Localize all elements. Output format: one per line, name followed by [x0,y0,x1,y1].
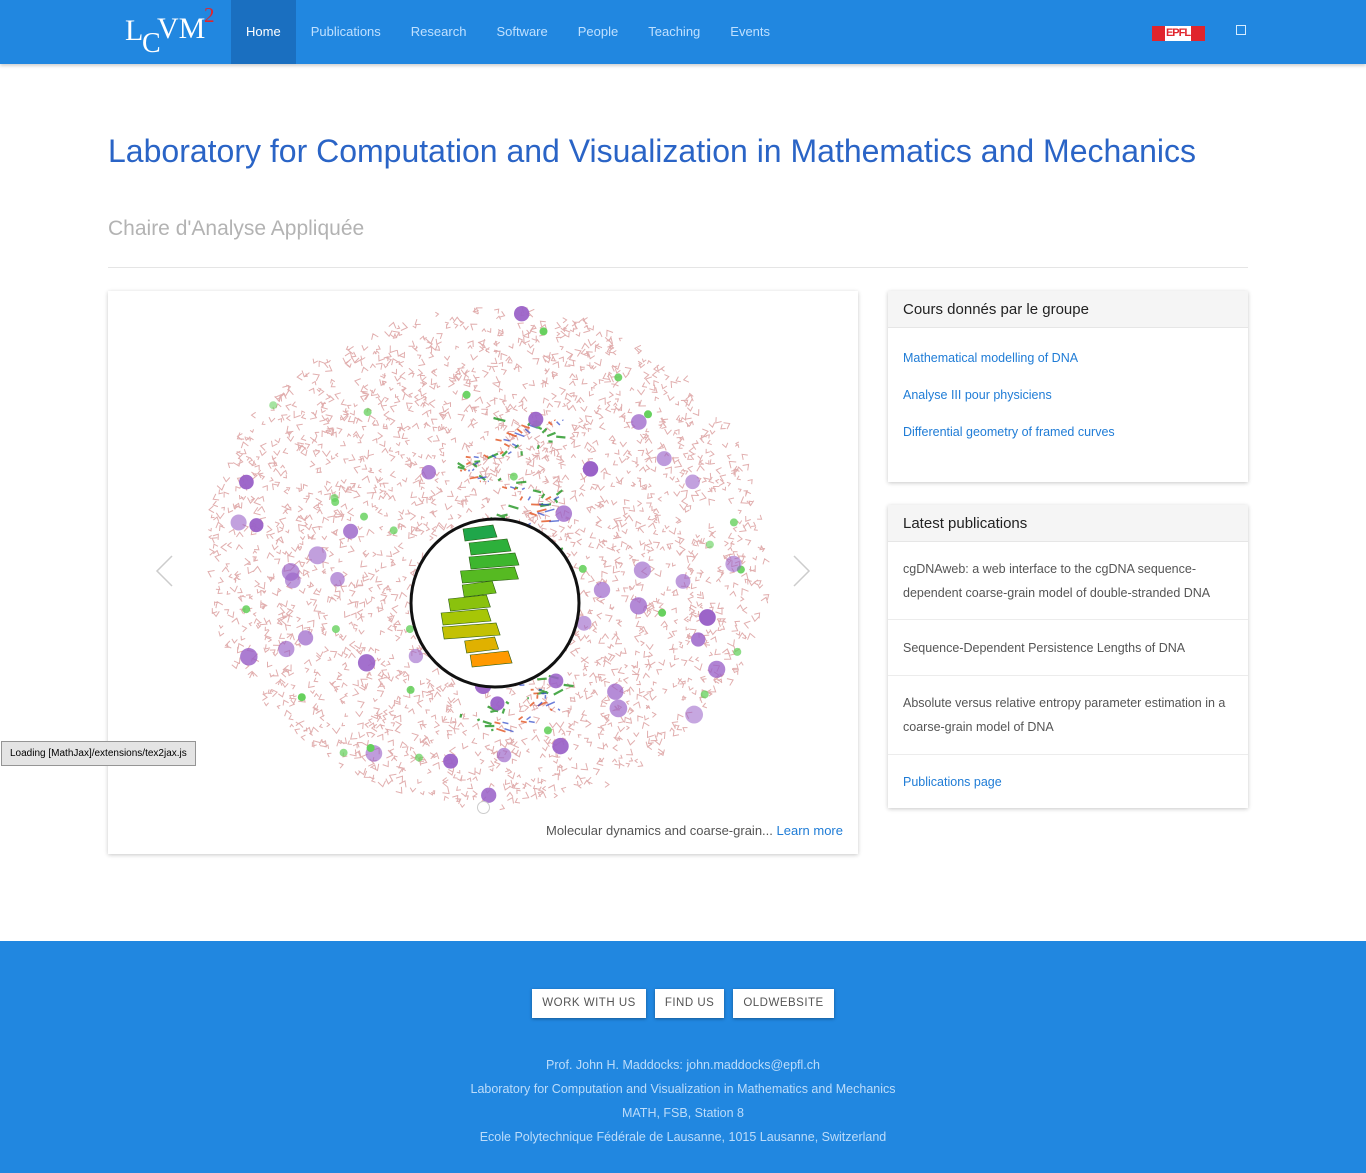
old-website-button[interactable]: OLDWEBSITE [733,989,834,1018]
learn-more-link[interactable]: Learn more [777,823,843,838]
footer-buttons: WORK WITH US FIND US OLDWEBSITE [0,989,1366,1018]
publications-page-link[interactable]: Publications page [888,754,1248,808]
nav-publications[interactable]: Publications [296,0,396,64]
footer-contact: Prof. John H. Maddocks: john.maddocks@ep… [0,1053,1366,1149]
publication-item[interactable]: cgDNAweb: a web interface to the cgDNA s… [888,542,1248,619]
course-link[interactable]: Analyse III pour physiciens [888,387,1248,424]
main-nav: Home Publications Research Software Peop… [231,0,785,64]
footer: WORK WITH US FIND US OLDWEBSITE Prof. Jo… [0,941,1366,1173]
publication-item[interactable]: Sequence-Dependent Persistence Lengths o… [888,619,1248,675]
page-title: Laboratory for Computation and Visualiza… [108,133,1196,169]
molecular-dynamics-image [207,305,770,811]
nav-research[interactable]: Research [396,0,482,64]
chevron-right-icon[interactable] [790,553,814,589]
footer-address-line: Ecole Polytechnique Fédérale de Lausanne… [479,1130,887,1144]
nav-home[interactable]: Home [231,0,296,64]
publications-heading: Latest publications [888,505,1248,542]
nav-teaching[interactable]: Teaching [633,0,715,64]
carousel-indicator[interactable] [477,801,490,814]
nav-software[interactable]: Software [481,0,562,64]
footer-lab-line: Laboratory for Computation and Visualiza… [470,1082,896,1096]
mathjax-loading-notice: Loading [MathJax]/extensions/tex2jax.js [1,741,196,766]
nav-people[interactable]: People [563,0,633,64]
publication-item[interactable]: Absolute versus relative entropy paramet… [888,675,1248,754]
epfl-logo-text: EPFL [1165,26,1191,41]
carousel-caption: Molecular dynamics and coarse-grain... L… [546,823,843,838]
language-icon[interactable] [1234,23,1248,37]
logo-letter-l: L [125,14,144,47]
footer-station-line: MATH, FSB, Station 8 [621,1106,745,1120]
nav-events[interactable]: Events [715,0,785,64]
caption-text: Molecular dynamics and coarse-grain... [546,823,773,838]
chevron-left-icon[interactable] [152,553,176,589]
epfl-logo[interactable]: EPFL [1152,26,1205,41]
header-divider [108,267,1248,268]
course-link[interactable]: Mathematical modelling of DNA [888,350,1248,387]
courses-panel: Cours donnés par le groupe Mathematical … [888,291,1248,482]
course-link[interactable]: Differential geometry of framed curves [888,424,1248,461]
work-with-us-button[interactable]: WORK WITH US [532,989,646,1018]
top-navbar: L C VM 2 Home Publications Research Soft… [0,0,1366,64]
page-subtitle: Chaire d'Analyse Appliquée [108,217,365,240]
lcvm2-logo[interactable]: L C VM 2 [125,3,220,59]
image-carousel: Molecular dynamics and coarse-grain... L… [108,291,858,854]
footer-contact-line[interactable]: Prof. John H. Maddocks: john.maddocks@ep… [0,1053,1366,1077]
courses-heading: Cours donnés par le groupe [888,291,1248,328]
publications-panel: Latest publications cgDNAweb: a web inte… [888,505,1248,808]
find-us-button[interactable]: FIND US [654,989,725,1018]
logo-superscript: 2 [204,3,215,27]
logo-letters-vm: VM [157,12,206,45]
